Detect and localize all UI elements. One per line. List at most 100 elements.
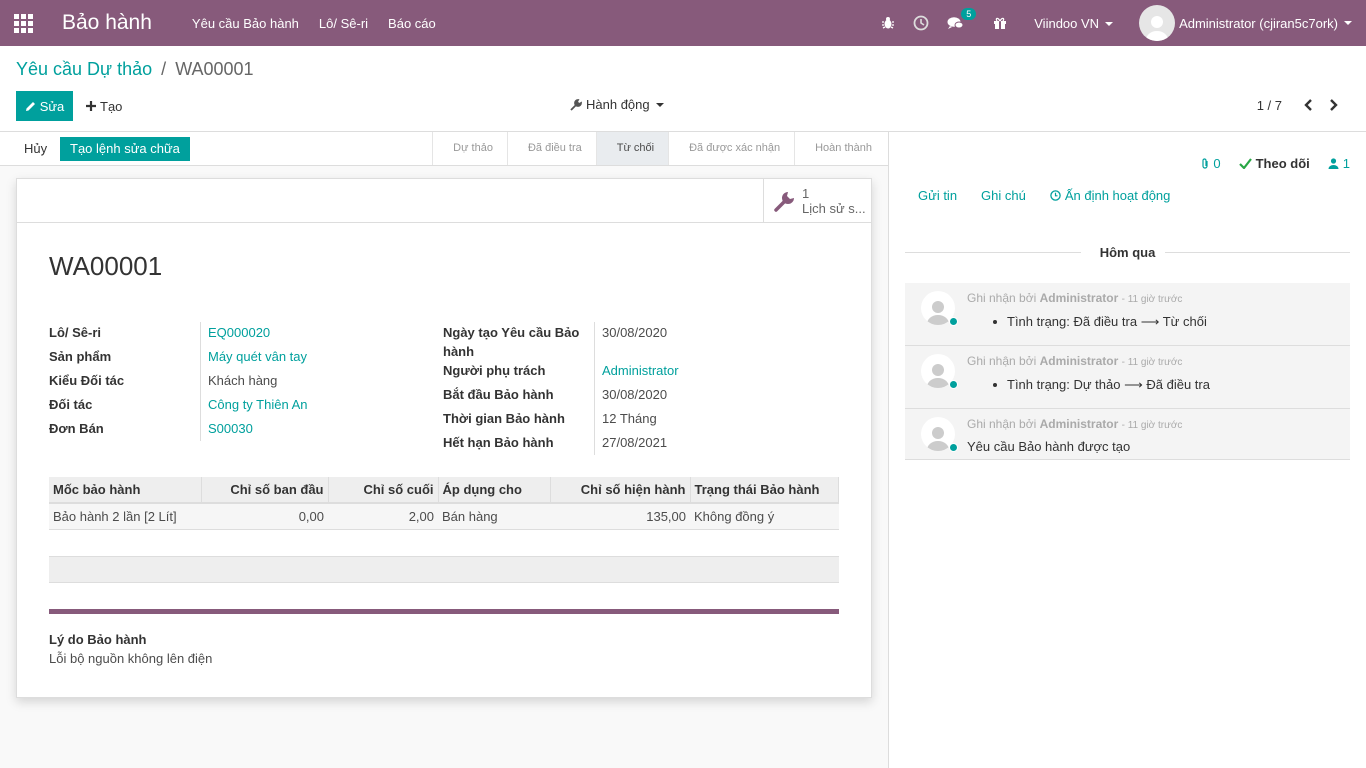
partner-value[interactable]: Công ty Thiên An (208, 397, 308, 412)
day-label: Hôm qua (1099, 245, 1156, 260)
attachments-button[interactable]: 0 (1200, 156, 1221, 171)
edit-label: Sửa (39, 98, 65, 114)
cancel-button[interactable]: Hủy (24, 141, 47, 156)
tracking-from: Tình trạng: Đã điều tra (1007, 314, 1138, 329)
wrench-icon (570, 98, 582, 111)
create-button[interactable]: Tạo (86, 91, 122, 121)
tracking-to: Từ chối (1162, 314, 1207, 329)
message-body: Yêu cầu Bảo hành được tạo (967, 439, 1131, 454)
table-cell: 135,00 (550, 503, 690, 530)
day-separator: Hôm qua (905, 245, 1350, 261)
breadcrumb-parent[interactable]: Yêu cầu Dự thảo (16, 59, 152, 79)
tracking-to: Đã điều tra (1146, 377, 1210, 392)
created-date-label-2: hành (443, 344, 475, 359)
section-separator (49, 609, 839, 614)
message-prefix: Ghi nhận bởi (967, 417, 1037, 431)
user-avatar (1139, 5, 1176, 41)
clock-icon[interactable] (913, 15, 929, 31)
bug-icon[interactable] (881, 16, 895, 30)
table-row[interactable]: Bảo hành 2 lần [2 Lít] 0,00 2,00 Bán hàn… (49, 503, 839, 530)
check-icon (1238, 158, 1252, 169)
gift-icon[interactable] (993, 16, 1007, 30)
partner-type-value: Khách hàng (208, 373, 278, 388)
company-switcher[interactable]: Viindoo VN (1034, 15, 1114, 31)
action-dropdown[interactable]: Hành động (570, 97, 664, 112)
bullet-icon (993, 383, 997, 387)
start-date-value: 30/08/2020 (602, 387, 668, 402)
responsible-value[interactable]: Administrator (602, 363, 679, 378)
stage-rejected[interactable]: Từ chối (595, 132, 669, 165)
user-icon (1328, 158, 1339, 169)
period-label: Thời gian Bảo hành (443, 411, 565, 426)
pager-previous-icon[interactable] (1303, 98, 1313, 115)
lot-serial-value[interactable]: EQ000020 (208, 325, 270, 340)
column-header[interactable]: Trạng thái Bảo hành (690, 477, 839, 504)
column-header[interactable]: Áp dụng cho (438, 477, 551, 504)
column-header[interactable]: Chỉ số cuối (328, 477, 439, 504)
form-view: Hủy Tạo lệnh sửa chữa Dự thảo Đã điều tr… (0, 132, 889, 768)
app-brand[interactable]: Bảo hành (62, 11, 152, 35)
table-cell: Không đồng ý (690, 503, 839, 530)
column-header[interactable]: Chỉ số ban đầu (201, 477, 329, 504)
paperclip-icon (1202, 157, 1208, 169)
caret-down-icon (655, 102, 664, 107)
company-name: Viindoo VN (1034, 15, 1100, 31)
online-status-dot (949, 317, 958, 326)
product-value[interactable]: Máy quét vân tay (208, 349, 307, 364)
partner-type-label: Kiểu Đối tác (49, 373, 125, 388)
message-author[interactable]: Administrator (1040, 354, 1119, 368)
column-header[interactable]: Chỉ số hiện hành (550, 477, 691, 504)
history-smart-button[interactable]: 1 Lịch sử s... (763, 179, 871, 223)
message-header: Ghi nhận bởi Administrator - 11 giờ trướ… (967, 354, 1182, 368)
message-header: Ghi nhận bởi Administrator - 11 giờ trướ… (967, 291, 1182, 305)
action-label: Hành động (586, 97, 650, 112)
message-prefix: Ghi nhận bởi (967, 354, 1037, 368)
tracking-from: Tình trạng: Dự thảo (1007, 377, 1121, 392)
caret-down-icon (1105, 22, 1114, 27)
sale-order-value[interactable]: S00030 (208, 421, 253, 436)
created-date-label-1: Ngày tạo Yêu cầu Bảo (443, 325, 580, 340)
user-menu[interactable]: Administrator (cjiran5c7ork) (1139, 5, 1352, 41)
edit-button[interactable]: Sửa (16, 91, 73, 121)
reason-value: Lỗi bộ nguồn không lên điện (49, 651, 213, 666)
reason-label: Lý do Bảo hành (49, 632, 147, 647)
menu-warranty-requests[interactable]: Yêu cầu Bảo hành (192, 16, 299, 31)
pager-next-icon[interactable] (1329, 98, 1339, 115)
caret-down-icon (1344, 21, 1352, 25)
menu-reports[interactable]: Báo cáo (388, 16, 436, 31)
message-author[interactable]: Administrator (1040, 291, 1119, 305)
stage-draft[interactable]: Dự thảo (432, 132, 507, 165)
messages-icon[interactable]: 5 (947, 7, 977, 31)
chatter-message: Ghi nhận bởi Administrator - 11 giờ trướ… (905, 283, 1350, 346)
user-name: Administrator (cjiran5c7ork) (1179, 15, 1338, 31)
stage-investigated[interactable]: Đã điều tra (506, 132, 596, 165)
created-date-value: 30/08/2020 (602, 325, 668, 340)
stage-confirmed[interactable]: Đã được xác nhận (668, 132, 794, 165)
send-message-button[interactable]: Gửi tin (918, 188, 957, 203)
log-note-button[interactable]: Ghi chú (981, 188, 1026, 203)
message-author[interactable]: Administrator (1040, 417, 1119, 431)
pager-value[interactable]: 1 / 7 (1257, 98, 1282, 113)
button-box: 1 Lịch sử s... (17, 179, 871, 223)
lot-serial-label: Lô/ Sê-ri (49, 325, 102, 340)
message-time: - 11 giờ trước (1121, 420, 1183, 431)
create-repair-order-button[interactable]: Tạo lệnh sửa chữa (60, 137, 190, 161)
pencil-icon (25, 101, 35, 111)
plus-icon (86, 101, 96, 111)
schedule-activity-button[interactable]: Ấn định hoạt động (1050, 188, 1195, 203)
column-header[interactable]: Mốc bảo hành (49, 477, 202, 504)
top-navbar: Bảo hành Yêu cầu Bảo hành Lô/ Sê-ri Báo … (0, 0, 1366, 46)
followers-button[interactable]: 1 (1328, 156, 1350, 171)
message-time: - 11 giờ trước (1121, 357, 1183, 368)
follow-button[interactable]: Theo dõi (1238, 156, 1310, 171)
chatter-actions: Gửi tin Ghi chú Ấn định hoạt động (918, 188, 1218, 203)
field-separator (200, 322, 201, 441)
partner-label: Đối tác (49, 397, 93, 412)
sale-order-label: Đơn Bán (49, 421, 104, 436)
attachments-count: 0 (1213, 156, 1221, 171)
apps-menu-icon[interactable] (0, 0, 46, 46)
stage-done[interactable]: Hoàn thành (794, 132, 888, 165)
menu-lot-serial[interactable]: Lô/ Sê-ri (319, 16, 368, 31)
period-value: 12 Tháng (602, 411, 657, 426)
warranty-lines-table: Mốc bảo hành Chỉ số ban đầu Chỉ số cuối … (49, 477, 839, 530)
